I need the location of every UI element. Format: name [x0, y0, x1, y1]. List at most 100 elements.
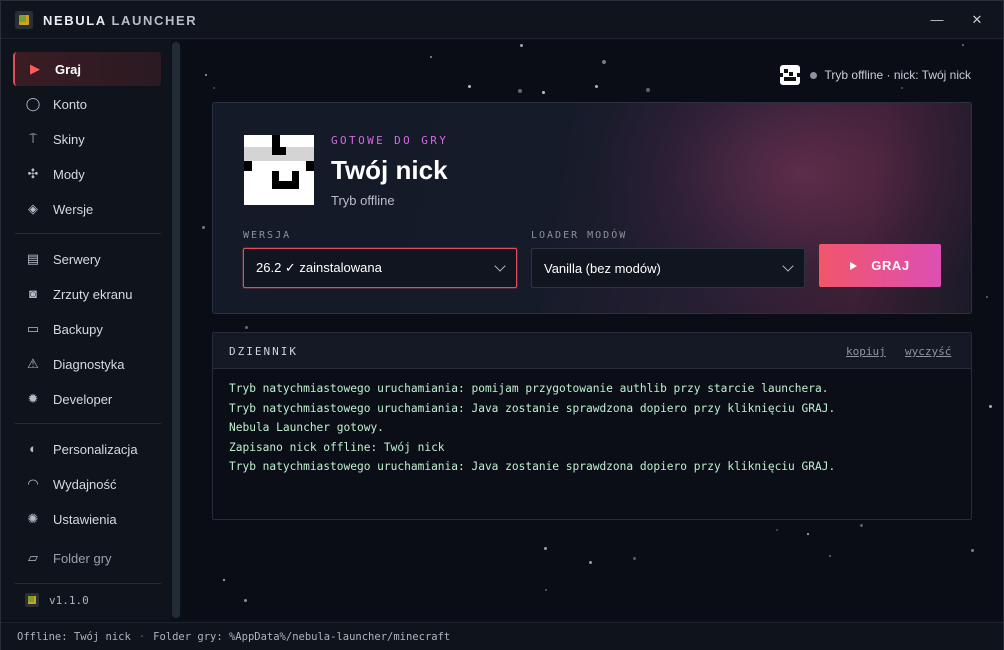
sidebar-scrollbar[interactable]	[172, 42, 180, 618]
star-decoration	[223, 579, 225, 581]
sidebar-item-label: Graj	[55, 61, 82, 77]
minimize-icon[interactable]: —	[925, 9, 949, 31]
sidebar-item-developer[interactable]: ✹ Developer	[13, 382, 161, 416]
sidebar-item-skiny[interactable]: ⍑ Skiny	[13, 122, 161, 156]
palette-icon: ◐	[29, 441, 37, 456]
star-decoration	[646, 88, 650, 92]
loader-field-label: LOADER MODÓW	[531, 230, 628, 241]
star-decoration	[205, 74, 207, 76]
log-lines: Tryb natychmiastowego uruchamiania: pomi…	[229, 382, 959, 480]
star-decoration	[971, 549, 974, 552]
status-game-folder: Folder gry: %AppData%/nebula-launcher/mi…	[153, 630, 451, 643]
player-nick: Twój nick	[331, 155, 448, 185]
star-decoration	[202, 226, 205, 229]
star-decoration	[430, 56, 432, 58]
app-title-light: LAUNCHER	[111, 13, 198, 28]
star-decoration	[807, 533, 809, 535]
star-decoration	[518, 89, 522, 93]
sidebar-item-label: Folder gry	[53, 550, 112, 566]
app-logo-icon	[15, 11, 33, 29]
star-decoration	[860, 524, 863, 527]
chevron-down-icon	[782, 260, 794, 272]
star-decoration	[245, 326, 248, 329]
star-decoration	[633, 557, 636, 560]
log-line: Zapisano nick offline: Twój nick	[229, 440, 445, 454]
server-icon: ▤	[26, 251, 40, 266]
user-icon: ◯	[25, 96, 41, 111]
status-bar: Offline: Twój nick · Folder gry: %AppDat…	[1, 622, 1003, 650]
sidebar-divider	[15, 423, 161, 424]
star-decoration	[962, 44, 964, 46]
star-decoration	[776, 529, 778, 531]
sidebar-item-label: Konto	[53, 96, 87, 112]
app-logo-icon	[25, 593, 39, 607]
log-line: Tryb natychmiastowego uruchamiania: Java…	[229, 460, 836, 473]
sidebar-item-wydajnosc[interactable]: ◠ Wydajność	[13, 467, 161, 501]
status-separator: ·	[138, 630, 146, 643]
account-mode: Tryb offline	[331, 193, 395, 208]
sidebar-item-zrzuty-ekranu[interactable]: ◙ Zrzuty ekranu	[13, 277, 161, 311]
sidebar-scrollbar-thumb[interactable]	[172, 42, 180, 618]
sidebar-item-label: Mody	[53, 166, 85, 182]
log-panel: DZIENNIK kopiuj wyczyść Tryb natychmiast…	[212, 332, 972, 520]
version-info: v1.1.0	[25, 593, 89, 607]
loader-select[interactable]: Vanilla (bez modów)	[531, 248, 805, 288]
sidebar-item-label: Backupy	[53, 321, 103, 337]
log-line: Nebula Launcher gotowy.	[229, 421, 384, 434]
version-select[interactable]: 26.2 ✓ zainstalowana	[243, 248, 517, 288]
play-icon	[850, 261, 858, 270]
sidebar-item-mody[interactable]: ✣ Mody	[13, 157, 161, 191]
app-title: NEBULA LAUNCHER	[43, 13, 197, 28]
star-decoration	[544, 547, 547, 550]
star-decoration	[595, 85, 598, 88]
sidebar-item-konto[interactable]: ◯ Konto	[13, 87, 161, 121]
account-status: Tryb offline · nick: Twój nick	[779, 65, 972, 85]
star-decoration	[542, 91, 545, 94]
folder-icon: ▱	[28, 550, 38, 565]
camera-icon: ◙	[29, 286, 37, 301]
sidebar-item-label: Developer	[53, 391, 113, 407]
gauge-icon: ◠	[27, 476, 39, 491]
sidebar-item-label: Diagnostyka	[53, 356, 125, 372]
sidebar-item-label: Ustawienia	[53, 511, 117, 527]
sidebar-divider	[15, 233, 161, 234]
app-title-bold: NEBULA	[43, 13, 107, 28]
sidebar-item-ustawienia[interactable]: ✺ Ustawienia	[13, 502, 161, 536]
status-text: Tryb offline · nick: Twój nick	[824, 68, 972, 82]
copy-log-link[interactable]: kopiuj	[846, 345, 886, 358]
sidebar-item-diagnostyka[interactable]: ⚠ Diagnostyka	[13, 347, 161, 381]
sidebar-item-backupy[interactable]: ▭ Backupy	[13, 312, 161, 346]
star-decoration	[244, 599, 247, 602]
sidebar-item-graj[interactable]: ▶ Graj	[13, 52, 161, 86]
sidebar-item-personalizacja[interactable]: ◐ Personalizacja	[13, 432, 161, 466]
star-decoration	[589, 561, 592, 564]
clear-log-link[interactable]: wyczyść	[905, 345, 951, 358]
chevron-down-icon	[494, 260, 506, 272]
sidebar-item-label: Personalizacja	[53, 441, 138, 457]
loader-select-value: Vanilla (bez modów)	[544, 260, 661, 276]
sidebar-item-serwery[interactable]: ▤ Serwery	[13, 242, 161, 276]
title-bar: NEBULA LAUNCHER — ✕	[1, 1, 1003, 39]
sidebar-item-label: Wydajność	[53, 476, 117, 492]
close-icon[interactable]: ✕	[965, 9, 989, 31]
sidebar-item-label: Skiny	[53, 131, 85, 147]
sidebar-item-wersje[interactable]: ◈ Wersje	[13, 192, 161, 226]
version-select-value: 26.2 ✓ zainstalowana	[256, 260, 382, 275]
bug-icon: ✹	[27, 391, 39, 406]
version-field-label: WERSJA	[243, 230, 292, 241]
version-label: v1.1.0	[49, 593, 89, 607]
log-line: Tryb natychmiastowego uruchamiania: Java…	[229, 401, 836, 415]
star-decoration	[468, 85, 471, 88]
sidebar-item-label: Zrzuty ekranu	[53, 286, 133, 302]
main-panel: Tryb offline · nick: Twój nick GOTOWE DO…	[183, 40, 1003, 620]
star-decoration	[545, 589, 547, 591]
star-decoration	[986, 296, 988, 298]
sidebar-item-folder-gry[interactable]: ▱ Folder gry	[13, 541, 161, 575]
warning-icon: ⚠	[27, 356, 39, 371]
launcher-window: NEBULA LAUNCHER — ✕ ▶ Graj ◯ Konto ⍑ Ski…	[0, 0, 1004, 650]
play-button-label: GRAJ	[871, 258, 910, 273]
log-line: Tryb natychmiastowego uruchamiania: pomi…	[229, 382, 829, 395]
play-button[interactable]: GRAJ	[819, 244, 941, 287]
log-header: DZIENNIK kopiuj wyczyść	[213, 333, 971, 369]
gear-icon: ✺	[27, 511, 39, 526]
